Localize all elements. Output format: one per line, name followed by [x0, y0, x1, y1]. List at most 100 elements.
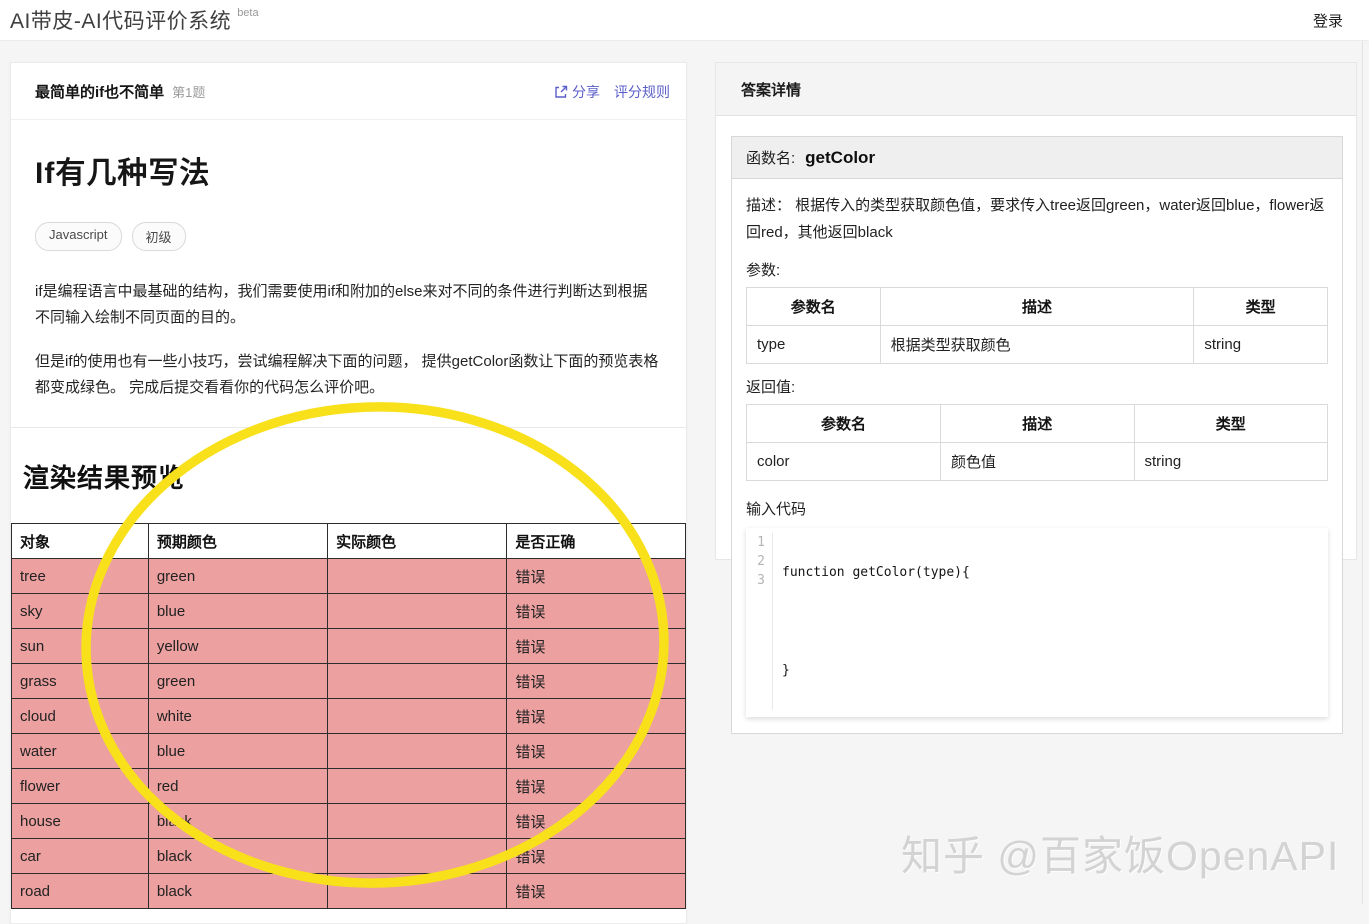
cell-object: sun: [11, 628, 149, 664]
cell-actual: [327, 593, 508, 629]
code-line: function getColor(type){: [782, 565, 970, 580]
returns-table: 参数名 描述 类型 color 颜色值 string: [745, 404, 1329, 481]
cell-expected: black: [147, 838, 329, 874]
cell-correct: 错误: [506, 803, 686, 839]
function-box-body: 描述： 根据传入的类型获取颜色值，要求传入tree返回green，water返回…: [732, 179, 1342, 733]
params-table: 参数名 描述 类型 type 根据类型获取颜色 string: [746, 287, 1328, 364]
problem-paragraph-2: 但是if的使用也有一些小技巧，尝试编程解决下面的问题， 提供getColor函数…: [35, 352, 659, 396]
share-button[interactable]: 分享: [554, 82, 600, 102]
cell-object: water: [11, 733, 149, 769]
cell-expected: yellow: [147, 628, 329, 664]
preview-table: 对象 预期颜色 实际颜色 是否正确 tree green 错误 sky blue…: [11, 523, 686, 909]
code-line: }: [782, 663, 790, 678]
tag-row: Javascript 初级: [35, 222, 662, 251]
col-header-expected: 预期颜色: [147, 523, 329, 559]
param-col-type: 类型: [1193, 287, 1328, 326]
cell-actual: [327, 698, 508, 734]
share-label: 分享: [572, 83, 600, 100]
cell-expected: black: [147, 803, 329, 839]
table-row: flower red 错误: [11, 768, 686, 804]
problem-paragraph-1: if是编程语言中最基础的结构，我们需要使用if和附加的else来对不同的条件进行…: [35, 283, 648, 327]
table-row: water blue 错误: [11, 733, 686, 769]
return-desc: 颜色值: [940, 442, 1135, 481]
code-editor[interactable]: 1 2 3 function getColor(type){ }: [746, 528, 1328, 717]
cell-object: flower: [11, 768, 149, 804]
cell-correct: 错误: [506, 593, 686, 629]
login-link[interactable]: 登录: [1313, 10, 1343, 31]
param-type: string: [1193, 325, 1328, 364]
params-label: 参数:: [746, 262, 781, 279]
topbar: AI带皮-AI代码评价系统 beta 登录: [0, 0, 1369, 41]
code-line-numbers: 1 2 3: [746, 533, 773, 710]
cell-correct: 错误: [506, 698, 686, 734]
scoring-rules-link[interactable]: 评分规则: [614, 82, 670, 102]
watermark: 知乎 @百家饭OpenAPI: [901, 833, 1340, 879]
cell-actual: [327, 838, 508, 874]
cell-actual: [327, 663, 508, 699]
cell-object: grass: [11, 663, 149, 699]
param-col-name: 参数名: [746, 287, 881, 326]
returns-header-row: 参数名 描述 类型: [745, 404, 1329, 443]
function-name-label: 函数名:: [746, 150, 796, 167]
cell-expected: red: [147, 768, 329, 804]
scrollbar[interactable]: [1362, 41, 1363, 904]
answer-card-header: 答案详情: [716, 63, 1356, 116]
tag-javascript: Javascript: [35, 222, 122, 251]
problem-card-header: 最简单的if也不简单 第1题 分享 评分规则: [11, 63, 686, 120]
table-row: color 颜色值 string: [745, 442, 1329, 481]
table-row: cloud white 错误: [11, 698, 686, 734]
param-name: type: [746, 325, 881, 364]
cell-actual: [327, 558, 508, 594]
cell-correct: 错误: [506, 838, 686, 874]
beta-badge: beta: [237, 7, 259, 19]
cell-correct: 错误: [506, 628, 686, 664]
problem-header-actions: 分享 评分规则: [554, 82, 670, 102]
cell-expected: green: [147, 558, 329, 594]
app-title: AI带皮-AI代码评价系统: [10, 10, 232, 33]
table-row: car black 错误: [11, 838, 686, 874]
return-col-name: 参数名: [745, 404, 942, 443]
cell-correct: 错误: [506, 768, 686, 804]
code-input-label: 输入代码: [746, 501, 807, 518]
cell-expected: blue: [147, 593, 329, 629]
answer-card: 答案详情 函数名: getColor 描述： 根据传入的类型获取颜色值，要求传入…: [715, 62, 1357, 734]
cell-actual: [327, 628, 508, 664]
share-icon: [554, 85, 568, 99]
returns-label: 返回值:: [746, 379, 796, 396]
function-box: 函数名: getColor 描述： 根据传入的类型获取颜色值，要求传入tree返…: [731, 136, 1343, 734]
cell-expected: blue: [147, 733, 329, 769]
problem-card: 最简单的if也不简单 第1题 分享 评分规则 If有几种写法 Javascrip…: [10, 62, 687, 924]
col-header-correct: 是否正确: [506, 523, 686, 559]
code-content: function getColor(type){ }: [773, 533, 1328, 710]
table-row: type 根据类型获取颜色 string: [746, 325, 1328, 364]
function-name: getColor: [805, 148, 876, 167]
cell-object: tree: [11, 558, 149, 594]
cell-actual: [327, 768, 508, 804]
cell-actual: [327, 733, 508, 769]
cell-object: house: [11, 803, 149, 839]
col-header-object: 对象: [11, 523, 149, 559]
table-row: house black 错误: [11, 803, 686, 839]
problem-intro: If有几种写法 Javascript 初级 if是编程语言中最基础的结构，我们需…: [11, 120, 686, 401]
cell-object: car: [11, 838, 149, 874]
cell-actual: [327, 873, 508, 909]
cell-correct: 错误: [506, 733, 686, 769]
return-col-desc: 描述: [940, 404, 1135, 443]
cell-object: road: [11, 873, 149, 909]
cell-expected: white: [147, 698, 329, 734]
col-header-actual: 实际颜色: [327, 523, 508, 559]
param-col-desc: 描述: [879, 287, 1195, 326]
return-name: color: [745, 442, 942, 481]
params-header-row: 参数名 描述 类型: [746, 287, 1328, 326]
cell-correct: 错误: [506, 558, 686, 594]
tag-level: 初级: [131, 222, 186, 251]
preview-header-row: 对象 预期颜色 实际颜色 是否正确: [11, 523, 686, 559]
cell-object: sky: [11, 593, 149, 629]
cell-expected: green: [147, 663, 329, 699]
cell-correct: 错误: [506, 663, 686, 699]
answer-title: 答案详情: [741, 81, 802, 99]
cell-expected: black: [147, 873, 329, 909]
cell-object: cloud: [11, 698, 149, 734]
table-row: grass green 错误: [11, 663, 686, 699]
function-description: 描述： 根据传入的类型获取颜色值，要求传入tree返回green，water返回…: [746, 197, 1325, 241]
